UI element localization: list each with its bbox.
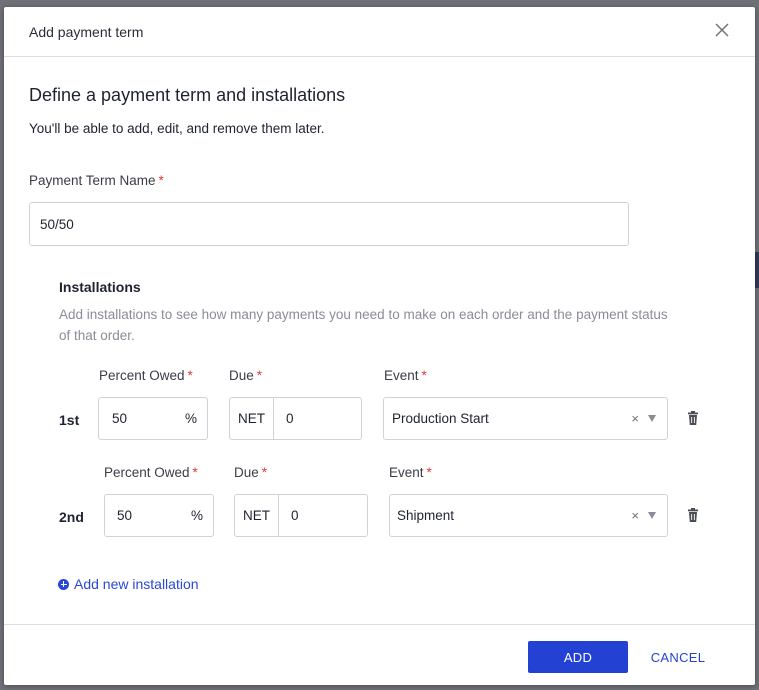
due-net-input[interactable]: NET 0 [234,494,368,537]
event-label: Event * [384,368,427,383]
add-new-installation-link[interactable]: Add new installation [58,576,199,592]
required-asterisk: * [426,465,432,480]
close-icon [715,23,729,37]
trash-icon [688,411,698,425]
dialog-header: Add payment term [4,7,755,57]
add-button[interactable]: ADD [528,641,628,673]
add-payment-term-dialog: Add payment term Define a payment term a… [4,7,755,685]
installations-heading: Installations [59,279,141,295]
required-asterisk: * [187,368,193,383]
percent-owed-input[interactable]: 50 % [104,494,214,537]
percent-owed-input[interactable]: 50 % [98,397,208,440]
payment-term-name-input[interactable] [29,202,629,246]
plus-circle-icon [58,578,69,590]
percent-suffix: % [184,411,197,426]
delete-installation-button[interactable] [686,411,700,427]
required-asterisk: * [192,465,198,480]
event-label: Event * [389,465,432,480]
dialog-footer: ADD CANCEL [4,624,755,685]
add-new-installation-label: Add new installation [74,576,199,592]
net-prefix: NET [230,398,274,439]
event-select[interactable]: Shipment × [389,494,668,537]
clear-selection-icon[interactable]: × [631,411,639,426]
section-heading: Define a payment term and installations [29,85,346,105]
payment-term-name-label: Payment Term Name * [29,173,164,188]
due-days-value: 0 [286,411,294,426]
percent-owed-label: Percent Owed * [104,465,198,480]
required-asterisk: * [261,465,268,480]
section-subheading: You'll be able to add, edit, and remove … [29,121,325,136]
event-selected-value: Shipment [397,508,455,523]
close-button[interactable] [713,21,731,39]
due-days-value: 0 [291,508,299,523]
required-asterisk: * [256,368,263,383]
delete-installation-button[interactable] [686,508,700,524]
trash-icon [688,508,698,522]
required-asterisk: * [158,173,164,188]
installation-ordinal: 2nd [59,509,84,525]
net-prefix: NET [235,495,279,536]
clear-selection-icon[interactable]: × [631,508,639,523]
event-select[interactable]: Production Start × [383,397,668,440]
due-label: Due * [234,465,268,480]
percent-value: 50 [117,508,133,523]
installations-description: Add installations to see how many paymen… [59,307,668,343]
cancel-button[interactable]: CANCEL [645,641,711,673]
percent-owed-label: Percent Owed * [99,368,193,383]
percent-suffix: % [190,508,203,523]
due-net-input[interactable]: NET 0 [229,397,362,440]
installation-ordinal: 1st [59,412,80,428]
required-asterisk: * [421,368,427,383]
chevron-down-icon [648,512,656,519]
chevron-down-icon [648,415,656,422]
event-selected-value: Production Start [392,411,489,426]
percent-value: 50 [112,411,128,426]
dialog-title: Add payment term [29,24,144,40]
due-label: Due * [229,368,263,383]
